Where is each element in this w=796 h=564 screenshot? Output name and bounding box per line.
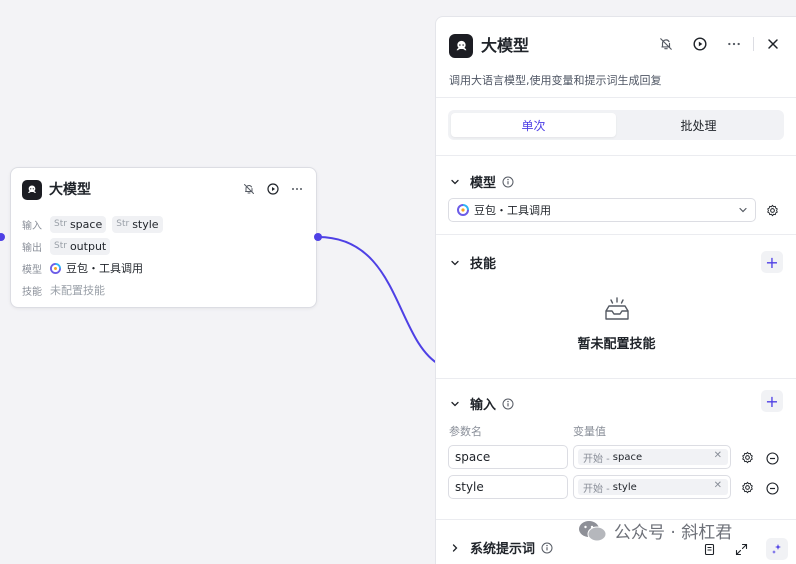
chevron-down-icon bbox=[449, 176, 461, 188]
clear-icon[interactable]: ✕ bbox=[714, 450, 722, 461]
divider bbox=[436, 234, 796, 235]
ref-name: style bbox=[612, 481, 637, 493]
node-input-row: 输入 Str space Str style bbox=[22, 215, 169, 233]
input-tag-style: Str style bbox=[112, 215, 163, 233]
type-label: Str bbox=[54, 219, 67, 229]
node-skills-row: 技能 未配置技能 bbox=[22, 281, 105, 299]
tab-single[interactable]: 单次 bbox=[451, 113, 616, 137]
bell-off-icon[interactable] bbox=[659, 37, 673, 51]
variable-ref-field[interactable]: 开始 - space ✕ bbox=[573, 445, 731, 469]
section-title: 模型 bbox=[470, 176, 497, 191]
param-name-input[interactable]: space bbox=[448, 445, 568, 469]
add-skill-button[interactable]: + bbox=[761, 251, 783, 273]
empty-tray-icon bbox=[605, 297, 629, 320]
info-icon[interactable] bbox=[540, 541, 553, 554]
run-icon[interactable] bbox=[693, 37, 707, 51]
info-icon[interactable] bbox=[501, 175, 514, 188]
bell-off-icon[interactable] bbox=[242, 182, 256, 196]
info-icon[interactable] bbox=[501, 397, 514, 410]
doubao-logo-icon bbox=[457, 204, 469, 216]
header-divider bbox=[753, 37, 754, 51]
divider bbox=[436, 378, 796, 379]
model-name: 豆包・工具调用 bbox=[66, 262, 143, 275]
chevron-down-icon bbox=[449, 257, 461, 269]
variable-ref-field[interactable]: 开始 - style ✕ bbox=[573, 475, 731, 499]
panel-description: 调用大语言模型,使用变量和提示词生成回复 bbox=[449, 74, 662, 87]
output-label: 输出 bbox=[22, 242, 42, 254]
skills-section-header[interactable]: 技能 bbox=[449, 253, 496, 272]
chevron-down-icon bbox=[738, 205, 748, 218]
chevron-right-icon bbox=[449, 542, 461, 554]
remove-row-icon[interactable] bbox=[766, 482, 779, 495]
add-input-button[interactable]: + bbox=[761, 390, 783, 412]
node-title: 大模型 bbox=[49, 182, 91, 198]
model-settings-gear-icon[interactable] bbox=[765, 203, 779, 217]
chevron-down-icon bbox=[449, 398, 461, 410]
more-icon[interactable] bbox=[290, 182, 304, 196]
section-title: 输入 bbox=[470, 398, 497, 413]
expand-icon[interactable] bbox=[734, 542, 748, 556]
input-tag-space: Str space bbox=[50, 215, 107, 233]
section-title: 系统提示词 bbox=[470, 542, 536, 557]
watermark: 公众号 · 斜杠君 bbox=[578, 518, 732, 543]
node-output-row: 输出 Str output bbox=[22, 237, 116, 255]
node-model-row: 模型 豆包・工具调用 bbox=[22, 259, 143, 277]
settings-gear-icon[interactable] bbox=[740, 450, 754, 464]
tab-batch[interactable]: 批处理 bbox=[616, 113, 781, 137]
input-label: 输入 bbox=[22, 220, 42, 232]
type-label: Str bbox=[116, 219, 130, 229]
run-mode-tabs: 单次 批处理 bbox=[448, 110, 784, 140]
clear-icon[interactable]: ✕ bbox=[714, 480, 722, 491]
watermark-text: 公众号 · 斜杠君 bbox=[614, 523, 733, 543]
close-icon[interactable] bbox=[766, 37, 780, 51]
more-icon[interactable] bbox=[727, 37, 741, 51]
model-section-header[interactable]: 模型 bbox=[449, 172, 514, 191]
divider bbox=[436, 97, 796, 98]
variable-value-header: 变量值 bbox=[573, 425, 606, 438]
type-label: Str bbox=[54, 241, 67, 251]
model-select-value: 豆包・工具调用 bbox=[474, 204, 551, 217]
remove-row-icon[interactable] bbox=[766, 452, 779, 465]
section-title: 技能 bbox=[470, 257, 497, 272]
output-tag-output: Str output bbox=[50, 237, 111, 255]
ref-source: 开始 - bbox=[583, 483, 610, 495]
doubao-logo-icon bbox=[50, 262, 61, 274]
model-select[interactable]: 豆包・工具调用 bbox=[448, 198, 756, 222]
ref-source: 开始 - bbox=[583, 453, 610, 465]
ai-optimize-icon[interactable] bbox=[766, 538, 788, 560]
param-name-input[interactable]: style bbox=[448, 475, 568, 499]
skills-empty-text: 暂未配置技能 bbox=[577, 337, 656, 352]
settings-gear-icon[interactable] bbox=[740, 480, 754, 494]
node-config-panel: 大模型 调用大语言模型,使用变量和提示词生成回复 单次 批处理 模型 豆包・工具… bbox=[435, 16, 796, 564]
panel-title: 大模型 bbox=[481, 36, 530, 55]
variable-ref-chip: 开始 - style ✕ bbox=[578, 479, 728, 495]
param-name-header: 参数名 bbox=[449, 425, 482, 438]
param-name: space bbox=[69, 217, 103, 231]
model-label: 模型 bbox=[22, 264, 42, 276]
skills-value: 未配置技能 bbox=[50, 284, 105, 297]
param-name: output bbox=[69, 239, 107, 253]
param-name: style bbox=[132, 217, 159, 231]
skills-label: 技能 bbox=[22, 286, 42, 298]
node-output-port[interactable] bbox=[314, 233, 322, 241]
wechat-logo-icon bbox=[579, 520, 607, 541]
library-icon[interactable] bbox=[702, 542, 716, 556]
system-prompt-section-header[interactable]: 系统提示词 bbox=[449, 538, 553, 557]
input-section-header[interactable]: 输入 bbox=[449, 394, 514, 413]
ref-name: space bbox=[612, 451, 643, 463]
run-icon[interactable] bbox=[266, 182, 280, 196]
llm-node-icon bbox=[22, 180, 42, 200]
llm-node-card[interactable]: 大模型 输入 Str space Str style 输出 Str output… bbox=[10, 167, 317, 308]
llm-panel-icon bbox=[449, 34, 473, 58]
variable-ref-chip: 开始 - space ✕ bbox=[578, 449, 728, 465]
divider bbox=[436, 155, 796, 156]
